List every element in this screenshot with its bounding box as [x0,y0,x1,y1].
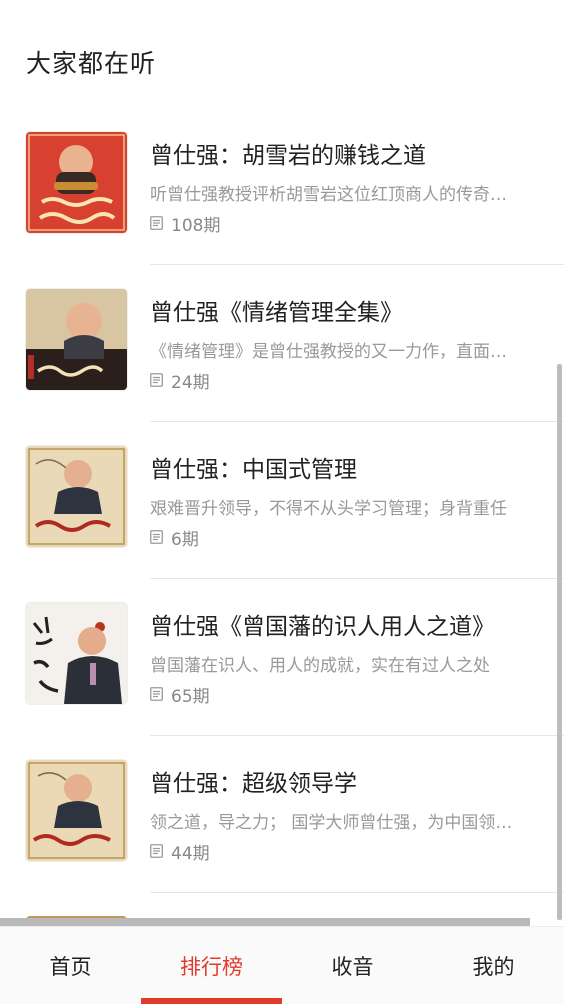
document-icon [150,216,163,230]
album-cover[interactable] [26,446,127,547]
bottom-tab-bar: 首页 排行榜 收音 我的 [0,926,564,1004]
album-title: 曾仕强：中国式管理 [150,457,357,483]
tab-ranking[interactable]: 排行榜 [141,927,282,1004]
document-icon [150,373,163,387]
list-item[interactable]: 曾仕强《情绪管理全集》 《情绪管理》是曾仕强教授的又一力作，直面情绪 24期 [0,265,564,422]
episode-count-label: 65期 [171,686,210,707]
album-title: 曾仕强《曾国藩的识人用人之道》 [150,614,495,640]
divider [150,892,564,893]
episode-count: 65期 [150,683,210,707]
active-tab-indicator [141,998,282,1004]
album-description: 艰难晋升领导，不得不从头学习管理；身背重任 [150,499,507,519]
album-title: 曾仕强《情绪管理全集》 [150,300,403,326]
episode-count: 44期 [150,840,210,864]
episode-count-label: 108期 [171,215,221,236]
list-item[interactable]: 曾仕强：胡雪岩的赚钱之道 听曾仕强教授评析胡雪岩这位红顶商人的传奇一生 108期 [0,108,564,265]
document-icon [150,844,163,858]
album-cover[interactable] [26,132,127,233]
document-icon [150,687,163,701]
tab-mine[interactable]: 我的 [423,927,564,1004]
album-description: 曾国藩在识人、用人的成就，实在有过人之处 [150,656,490,676]
album-description: 听曾仕强教授评析胡雪岩这位红顶商人的传奇一生 [150,185,520,205]
tab-mine-label: 我的 [472,954,515,979]
list-item[interactable]: 曾仕强《曾国藩的识人用人之道》 曾国藩在识人、用人的成就，实在有过人之处 65期 [0,579,564,736]
tab-radio-label: 收音 [331,954,374,979]
album-title: 曾仕强：胡雪岩的赚钱之道 [150,143,426,169]
episode-count-label: 44期 [171,843,210,864]
section-title: 大家都在听 [26,49,157,78]
episode-count: 24期 [150,369,210,393]
tab-ranking-label: 排行榜 [180,954,243,979]
episode-count-label: 24期 [171,372,210,393]
album-title: 曾仕强：超级领导学 [150,771,357,797]
list-item[interactable]: 曾仕强：超级领导学 领之道，导之力； 国学大师曾仕强，为中国领导者 44期 [0,736,564,893]
tab-home[interactable]: 首页 [0,927,141,1004]
document-icon [150,530,163,544]
tab-home-label: 首页 [49,954,92,979]
horizontal-scrollbar [0,918,530,926]
album-description: 领之道，导之力； 国学大师曾仕强，为中国领导者 [150,813,520,833]
list-item[interactable]: 曾仕强：中国式管理 艰难晋升领导，不得不从头学习管理；身背重任 6期 [0,422,564,579]
episode-count: 6期 [150,526,199,550]
scrollbar[interactable] [557,364,562,920]
album-list: 曾仕强：胡雪岩的赚钱之道 听曾仕强教授评析胡雪岩这位红顶商人的传奇一生 108期 [0,108,564,893]
album-cover[interactable] [26,603,127,704]
episode-count-label: 6期 [171,529,199,550]
tab-radio[interactable]: 收音 [282,927,423,1004]
album-cover[interactable] [26,760,127,861]
album-cover[interactable] [26,289,127,390]
episode-count: 108期 [150,212,221,236]
album-description: 《情绪管理》是曾仕强教授的又一力作，直面情绪 [150,342,520,362]
